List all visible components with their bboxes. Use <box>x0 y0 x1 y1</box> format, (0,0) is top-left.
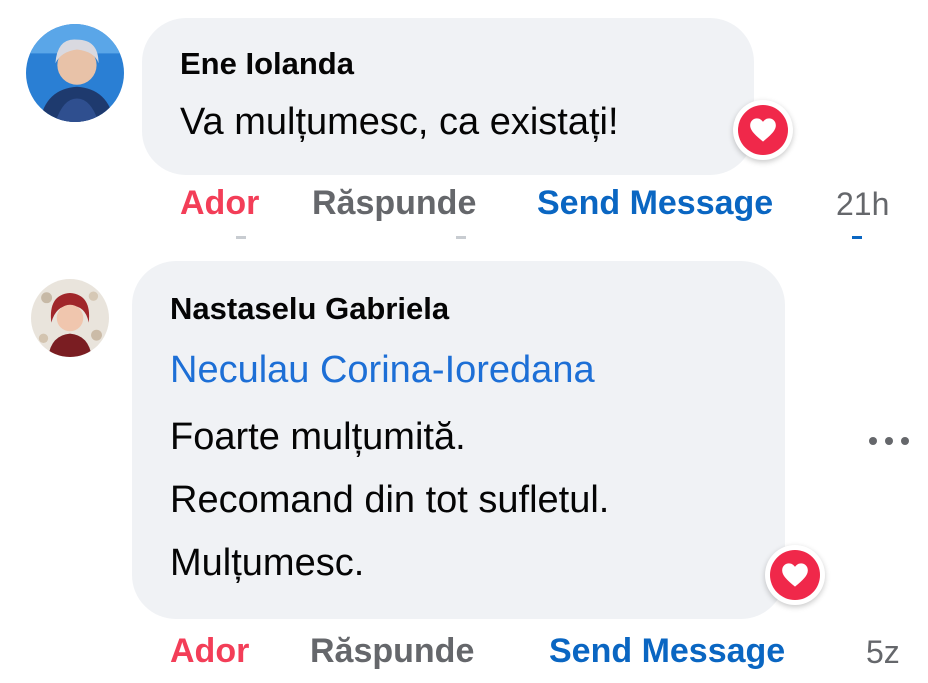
comment-text-line: Recomand din tot sufletul. <box>170 479 610 521</box>
comment-bubble <box>142 18 754 175</box>
reply-button[interactable]: Răspunde <box>312 184 476 223</box>
like-button[interactable]: Ador <box>180 184 259 223</box>
reaction-badge[interactable] <box>765 545 825 605</box>
reply-button[interactable]: Răspunde <box>310 632 474 671</box>
comment-author[interactable]: Nastaselu Gabriela <box>170 291 449 327</box>
comment-timestamp[interactable]: 21h <box>836 186 889 223</box>
comment-author[interactable]: Ene Iolanda <box>180 46 354 82</box>
avatar-nastaselu-gabriela[interactable] <box>31 279 109 357</box>
comment-timestamp[interactable]: 5z <box>866 634 900 671</box>
heart-icon <box>750 118 776 142</box>
like-button[interactable]: Ador <box>170 632 249 671</box>
dot <box>869 437 877 445</box>
divider <box>852 236 862 239</box>
avatar-ene-iolanda[interactable] <box>26 24 124 122</box>
dot <box>901 437 909 445</box>
comment-text-line: Foarte mulțumită. <box>170 416 466 458</box>
divider <box>236 236 246 239</box>
dot <box>885 437 893 445</box>
divider <box>456 236 466 239</box>
comment-text-line: Mulțumesc. <box>170 542 365 584</box>
send-message-button[interactable]: Send Message <box>549 632 785 671</box>
send-message-button[interactable]: Send Message <box>537 184 773 223</box>
tagged-user-link[interactable]: Neculau Corina-Ioredana <box>170 349 595 392</box>
heart-icon <box>782 563 808 587</box>
comment-text: Va mulțumesc, ca existați! <box>180 101 619 143</box>
reaction-badge[interactable] <box>733 100 793 160</box>
more-options-icon[interactable] <box>867 425 919 455</box>
